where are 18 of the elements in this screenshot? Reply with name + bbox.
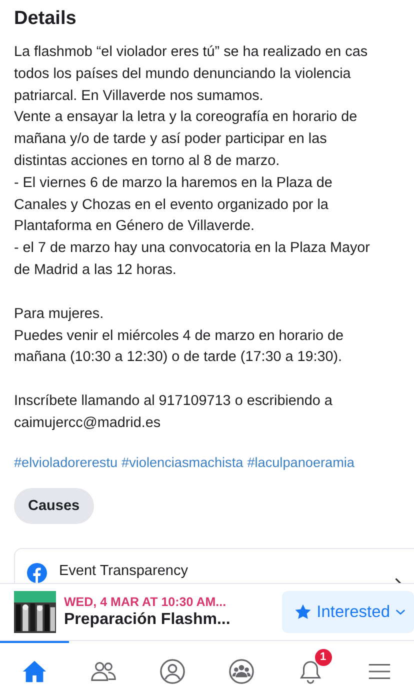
category-button[interactable]: Causes xyxy=(14,488,94,524)
interested-button[interactable]: Interested xyxy=(282,591,414,633)
hashtag-link[interactable]: #violenciasmachista xyxy=(122,454,244,470)
star-icon xyxy=(294,603,312,621)
description-paragraph: Para mujeres. Puedes venir el miércoles 4 de marzo en horario de mañana (10:30 a 12:30) o de tarde (17:30 a 19:30). xyxy=(14,304,345,368)
description-paragraph: La flashmob “el violador eres tú” se ha realizado en cas todos los países del mundo denunciando la violencia patriarcal. En Villaverde nos sumamos. Vente a ensayar la letra y la coreografía en horario de mañana y/o de tarde y así poder participar en las distintas acciones en torno al 8 de marzo. - El viernes 6 de marzo la haremos en la Plaza de Canales y Chozas en el evento organizado por la Plantaforma en Género de Villaverde. - el 7 de marzo hay una convocatoria en la Plaza Mayor de Madrid a las 12 horas. xyxy=(14,43,371,280)
event-title: Preparación Flashm... xyxy=(64,611,232,629)
hashtag-link[interactable]: #laculpanoeramia xyxy=(247,454,354,470)
groups-icon xyxy=(228,658,255,684)
nav-notifications-tab[interactable]: 1 xyxy=(276,641,345,699)
event-date: WED, 4 MAR AT 10:30 AM... xyxy=(64,595,228,609)
section-heading: Details xyxy=(14,7,78,31)
hashtag-link[interactable]: #elvioladorerestu xyxy=(14,454,118,470)
profile-icon xyxy=(159,658,186,684)
caret-icon xyxy=(395,608,406,616)
description-paragraph: Inscríbete llamando al 917109713 o escribiendo a caimujercc@madrid.es xyxy=(14,392,334,433)
card-title: Event Transparency xyxy=(59,562,188,579)
notification-badge: 1 xyxy=(314,649,332,666)
